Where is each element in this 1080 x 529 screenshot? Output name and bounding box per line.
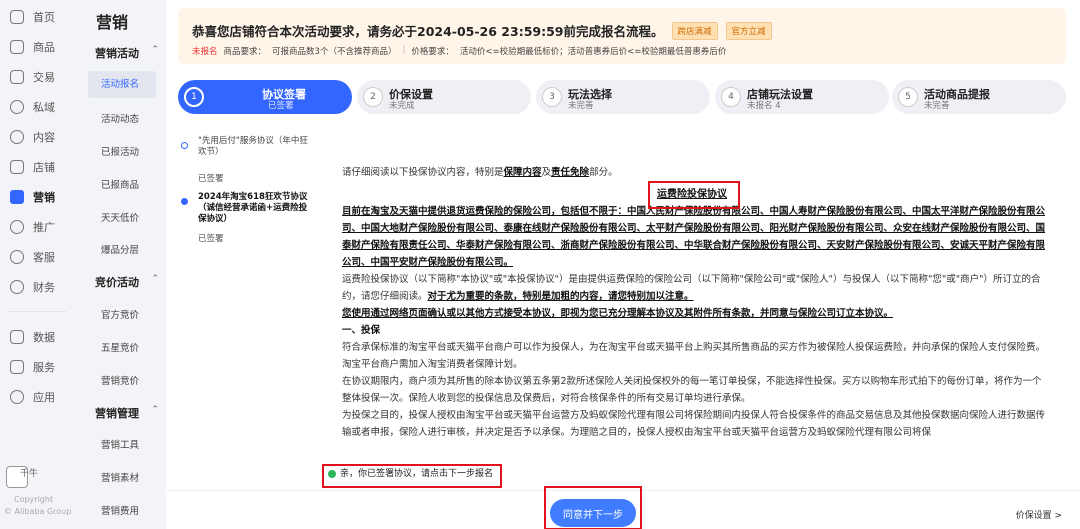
home-icon — [10, 10, 24, 24]
status-badge: 未报名 — [192, 47, 218, 57]
menu-daily-low-price[interactable]: 天天低价 — [101, 210, 139, 224]
rail-item-apps[interactable]: 应用 — [10, 388, 55, 406]
trade-icon — [10, 70, 24, 84]
menu-marketing-tools[interactable]: 营销工具 — [101, 437, 139, 451]
paragraph-3: 您使用通过网络页面确认或以其他方式接受本协议，即视为您已充分理解本协议及其附件所… — [342, 308, 894, 319]
step-product-submission[interactable]: 5 活动商品提报 未完善 — [892, 80, 1066, 114]
left-nav-rail: 首页 商品 交易 私域 内容 店铺 营销 推广 客服 财务 数据 服务 应用 千… — [0, 0, 74, 529]
tag-cross-store: 跨店满减 — [671, 21, 718, 40]
menu-activity-signup[interactable]: 活动报名 — [88, 71, 156, 98]
submenu-title: 营销 — [96, 13, 129, 32]
menu-reported-activities[interactable]: 已报活动 — [101, 144, 139, 158]
group-marketing-activities[interactable]: 营销活动 ⌃ — [95, 45, 159, 61]
footer-bar: 同意并下一步 价保设置 > — [166, 486, 1080, 529]
apps-icon — [10, 390, 24, 404]
rail-item-private[interactable]: 私域 — [10, 98, 55, 116]
rail-item-service[interactable]: 客服 — [10, 248, 55, 266]
menu-hot-tiers[interactable]: 爆品分层 — [101, 242, 139, 256]
step-price-protection[interactable]: 2 价保设置 未完成 — [357, 80, 531, 114]
rail-item-store[interactable]: 店铺 — [10, 158, 55, 176]
timeline-dot — [181, 142, 188, 149]
insurer-list: 目前在淘宝及天猫中提供退货运费保险的保险公司，包括但不限于：中国人民财产保险股份… — [342, 206, 1046, 268]
brand-name: 千牛 — [20, 469, 39, 479]
rail-item-goods[interactable]: 商品 — [10, 38, 55, 56]
menu-official-bidding[interactable]: 官方竞价 — [101, 307, 139, 321]
next-step-link[interactable]: 价保设置 > — [1016, 508, 1062, 521]
group-marketing-management[interactable]: 营销管理 ⌃ — [95, 405, 159, 421]
paragraph-6: 为投保之目的，投保人授权由淘宝平台或天猫平台运营方及蚂蚁保险代理有限公司将保险期… — [342, 410, 1046, 438]
chevron-up-icon: ⌃ — [151, 45, 159, 55]
paragraph-2: 运费险投保协议（以下简称"本协议"或"本投保协议"）是由提供运费保险的保险公司（… — [342, 274, 1041, 302]
timeline-dot — [181, 198, 188, 205]
store-icon — [10, 160, 24, 174]
highlight-box — [648, 181, 740, 209]
agreement-content: 请仔细阅读以下投保协议内容，特别是保障内容及责任免除部分。 目前在淘宝及天猫中提… — [342, 164, 1048, 441]
rail-item-content[interactable]: 内容 — [10, 128, 55, 146]
group-bidding[interactable]: 竞价活动 ⌃ — [95, 274, 159, 290]
data-icon — [10, 330, 24, 344]
notice-requirements: 未报名 商品要求： 可报商品数3个（不含推荐商品） | 价格要求： 活动价<=校… — [192, 45, 727, 57]
rail-item-finance[interactable]: 财务 — [10, 278, 55, 296]
notice-headline: 恭喜您店铺符合本次活动要求，请务必于2024-05-26 23:59:59前完成… — [192, 21, 772, 40]
rail-item-home[interactable]: 首页 — [10, 8, 55, 26]
step-store-gameplay[interactable]: 4 店铺玩法设置 未报名 4 — [715, 80, 889, 114]
copyright: Copyright — [14, 495, 54, 504]
service-icon — [10, 250, 24, 264]
menu-activity-news[interactable]: 活动动态 — [101, 111, 139, 125]
services-icon — [10, 360, 24, 374]
finance-icon — [10, 280, 24, 294]
paragraph-5: 在协议期限内，商户须为其所售的除本协议第五条第2款所述保险人关闭投保权外的每一笔… — [342, 376, 1042, 404]
menu-marketing-fees[interactable]: 营销费用 — [101, 503, 139, 517]
step-gameplay-selection[interactable]: 3 玩法选择 未完善 — [536, 80, 710, 114]
rail-item-services[interactable]: 服务 — [10, 358, 55, 376]
main-panel: 恭喜您店铺符合本次活动要求，请务必于2024-05-26 23:59:59前完成… — [166, 0, 1080, 529]
step-agreement[interactable]: 1 协议签署 已签署 — [178, 80, 352, 114]
rail-item-promote[interactable]: 推广 — [10, 218, 55, 236]
marketing-submenu: 营销 营销活动 ⌃ 活动报名 活动动态 已报活动 已报商品 天天低价 爆品分层 竞… — [74, 0, 166, 529]
copyright-line2: © Alibaba Group — [4, 507, 72, 516]
rail-divider — [8, 311, 66, 312]
highlight-box — [544, 486, 642, 529]
menu-reported-goods[interactable]: 已报商品 — [101, 177, 139, 191]
rail-item-data[interactable]: 数据 — [10, 328, 55, 346]
rail-item-marketing[interactable]: 营销 — [10, 188, 55, 206]
eligibility-notice: 恭喜您店铺符合本次活动要求，请务必于2024-05-26 23:59:59前完成… — [178, 8, 1066, 64]
paragraph-4: 符合承保标准的淘宝平台或天猫平台商户可以作为投保人，为在淘宝平台或天猫平台上购买… — [342, 342, 1046, 370]
menu-marketing-bidding[interactable]: 营销竞价 — [101, 373, 139, 387]
section-heading: 一、投保 — [342, 325, 381, 336]
marketing-icon — [10, 190, 24, 204]
chevron-up-icon: ⌃ — [151, 405, 159, 415]
intro-line: 请仔细阅读以下投保协议内容，特别是保障内容及责任免除部分。 — [342, 167, 618, 178]
content-icon — [10, 130, 24, 144]
goods-icon — [10, 40, 24, 54]
highlight-box — [322, 464, 502, 488]
chevron-up-icon: ⌃ — [151, 274, 159, 284]
rail-item-trade[interactable]: 交易 — [10, 68, 55, 86]
tag-official-discount: 官方立减 — [725, 21, 772, 40]
menu-marketing-materials[interactable]: 营销素材 — [101, 470, 139, 484]
private-icon — [10, 100, 24, 114]
signup-steps: 1 协议签署 已签署 2 价保设置 未完成 3 玩法选择 未完善 4 店铺玩法设… — [178, 80, 1068, 116]
promote-icon — [10, 220, 24, 234]
menu-five-star-bidding[interactable]: 五星竞价 — [101, 340, 139, 354]
